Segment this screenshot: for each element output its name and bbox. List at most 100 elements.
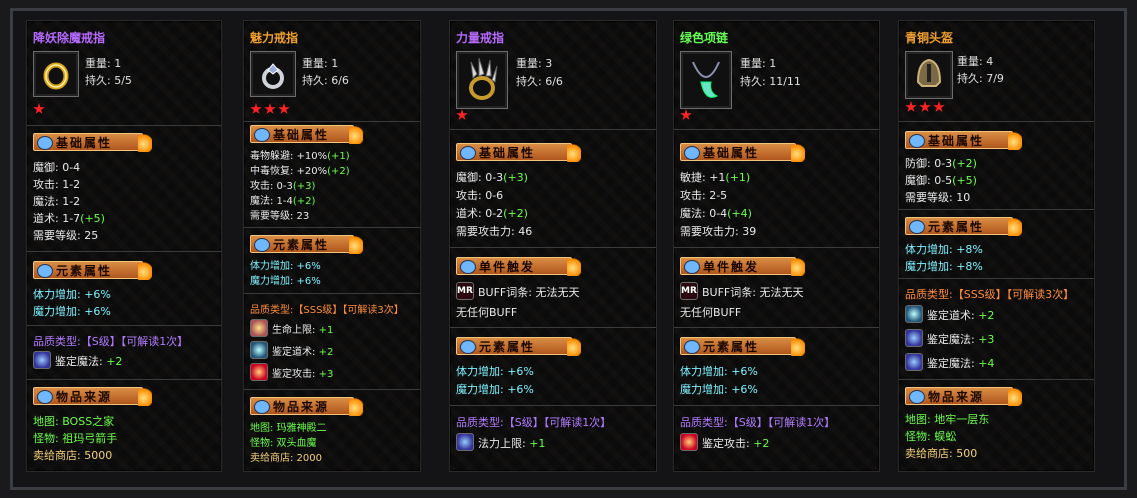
flame-icon — [349, 396, 363, 416]
divider — [899, 209, 1094, 210]
item-weight: 重量: 4 — [957, 55, 994, 68]
appraise-tao-icon — [250, 341, 268, 359]
flame-icon — [1008, 216, 1022, 236]
divider — [244, 389, 420, 390]
stat-line: 需要等级: 23 — [250, 211, 310, 222]
stat-bonus: (+2) — [327, 166, 350, 177]
section-emblem-icon — [684, 146, 700, 160]
divider — [450, 129, 656, 130]
star-icon — [250, 103, 262, 114]
stat-line: 中毒恢复: +20%(+2) — [250, 162, 350, 177]
quality-line: 品质类型:【SSS级】【可解读3次】 — [250, 305, 404, 316]
stat-text: 敏捷: +1 — [680, 171, 726, 184]
element-line: 体力增加: +6% — [680, 365, 758, 378]
stat-bonus: (+2) — [952, 157, 977, 170]
quality-attr: 鉴定道术: +2 — [272, 343, 333, 358]
item-slot[interactable] — [456, 51, 508, 109]
section-label: 元素属性 — [928, 220, 985, 234]
item-durability: 持久: 7/9 — [957, 72, 1004, 85]
section-emblem-icon — [684, 260, 700, 274]
section-emblem-icon — [460, 146, 476, 160]
stat-text: 防御: 0-3 — [905, 157, 953, 170]
section-skill-header: 单件触发 — [456, 256, 581, 276]
quality-attr-value: +2 — [753, 437, 770, 450]
stat-text: 魔御: 0-5 — [905, 174, 953, 187]
section-emblem-icon — [909, 390, 925, 404]
flame-icon — [791, 142, 805, 162]
quality-attr-label: 法力上限: — [478, 437, 526, 450]
section-basic-header: 基础属性 — [33, 132, 152, 152]
item-tooltip-4: 绿色项链 重量: 1 持久: 11/11 基础属性 敏捷: +1(+1) 攻击:… — [673, 20, 880, 472]
necklace-icon — [692, 61, 720, 98]
quality-attr: 鉴定攻击: +3 — [272, 365, 333, 380]
stat-line: 魔法: 1-2 — [33, 195, 81, 208]
quality-attr-label: 生命上限: — [272, 325, 316, 336]
element-line: 体力增加: +6% — [250, 261, 321, 272]
divider — [450, 405, 656, 406]
divider — [450, 327, 656, 328]
stat-bonus: (+1) — [725, 171, 751, 184]
divider — [899, 379, 1094, 380]
stat-bonus: (+3) — [503, 171, 528, 184]
item-weight: 重量: 1 — [302, 57, 339, 70]
item-durability: 持久: 11/11 — [740, 75, 801, 88]
quality-line: 品质类型:【S级】【可解读1次】 — [680, 416, 836, 429]
quality-line: 品质类型:【S级】【可解读1次】 — [33, 335, 189, 348]
stat-line: 需要等级: 10 — [905, 191, 971, 204]
quality-attr-label: 鉴定道术: — [927, 309, 975, 322]
item-durability: 持久: 5/5 — [85, 74, 132, 87]
section-source-header: 物品来源 — [33, 386, 152, 406]
buff-line: BUFF词条: 无法无天 — [702, 286, 804, 299]
item-weight: 重量: 1 — [85, 57, 122, 70]
section-emblem-icon — [37, 136, 53, 150]
flame-icon — [791, 336, 805, 356]
section-emblem-icon — [684, 340, 700, 354]
item-slot[interactable] — [250, 51, 296, 97]
star-icon — [278, 103, 290, 114]
item-slot[interactable] — [680, 51, 732, 109]
stat-line: 敏捷: +1(+1) — [680, 169, 750, 185]
section-basic-header: 基础属性 — [905, 130, 1022, 150]
item-tooltip-1: 降妖除魔戒指 重量: 1 持久: 5/5 基础属性 魔御: 0-4 攻击: 1-… — [26, 20, 222, 472]
buff-line: 无任何BUFF — [680, 306, 742, 319]
star-icon — [905, 101, 917, 112]
divider — [27, 325, 221, 326]
stat-text: 道术: 0-2 — [456, 207, 504, 220]
stat-line: 魔法: 1-4(+2) — [250, 192, 315, 207]
stat-line: 需要攻击力: 46 — [456, 225, 533, 238]
section-label: 元素属性 — [273, 238, 330, 252]
quality-attr: 鉴定道术: +2 — [927, 307, 994, 323]
quality-attr-label: 鉴定魔法: — [927, 333, 975, 346]
section-label: 基础属性 — [56, 136, 113, 150]
section-label: 元素属性 — [56, 264, 113, 278]
stat-line: 攻击: 0-3(+3) — [250, 177, 315, 192]
flame-icon — [349, 124, 363, 144]
flame-icon — [567, 336, 581, 356]
item-slot[interactable] — [905, 51, 953, 99]
element-line: 魔力增加: +6% — [33, 305, 111, 318]
buff-line: 无任何BUFF — [456, 306, 518, 319]
helmet-icon — [916, 58, 942, 87]
section-source-header: 物品来源 — [905, 386, 1022, 406]
divider — [674, 247, 879, 248]
appraise-magic-icon — [905, 353, 923, 371]
star-rating — [33, 103, 47, 117]
stat-bonus: (+5) — [952, 174, 977, 187]
stat-bonus: (+5) — [80, 212, 105, 225]
stat-line: 魔御: 0-3(+3) — [456, 169, 528, 185]
quality-attr: 鉴定攻击: +2 — [702, 435, 769, 451]
item-slot[interactable] — [33, 51, 79, 97]
stat-line: 需要等级: 25 — [33, 229, 99, 242]
section-basic-header: 基础属性 — [456, 142, 581, 162]
claw-ring-icon — [469, 57, 498, 100]
stat-line: 攻击: 0-6 — [456, 189, 504, 202]
star-rating — [456, 109, 470, 123]
appraise-magic-icon — [905, 329, 923, 347]
section-label: 单件触发 — [479, 260, 536, 274]
divider — [674, 129, 879, 130]
source-line: 卖给商店: 500 — [905, 447, 978, 460]
element-line: 魔力增加: +6% — [250, 276, 321, 287]
star-rating — [680, 109, 694, 123]
stat-line: 防御: 0-3(+2) — [905, 155, 977, 171]
section-element-header: 元素属性 — [33, 260, 152, 280]
